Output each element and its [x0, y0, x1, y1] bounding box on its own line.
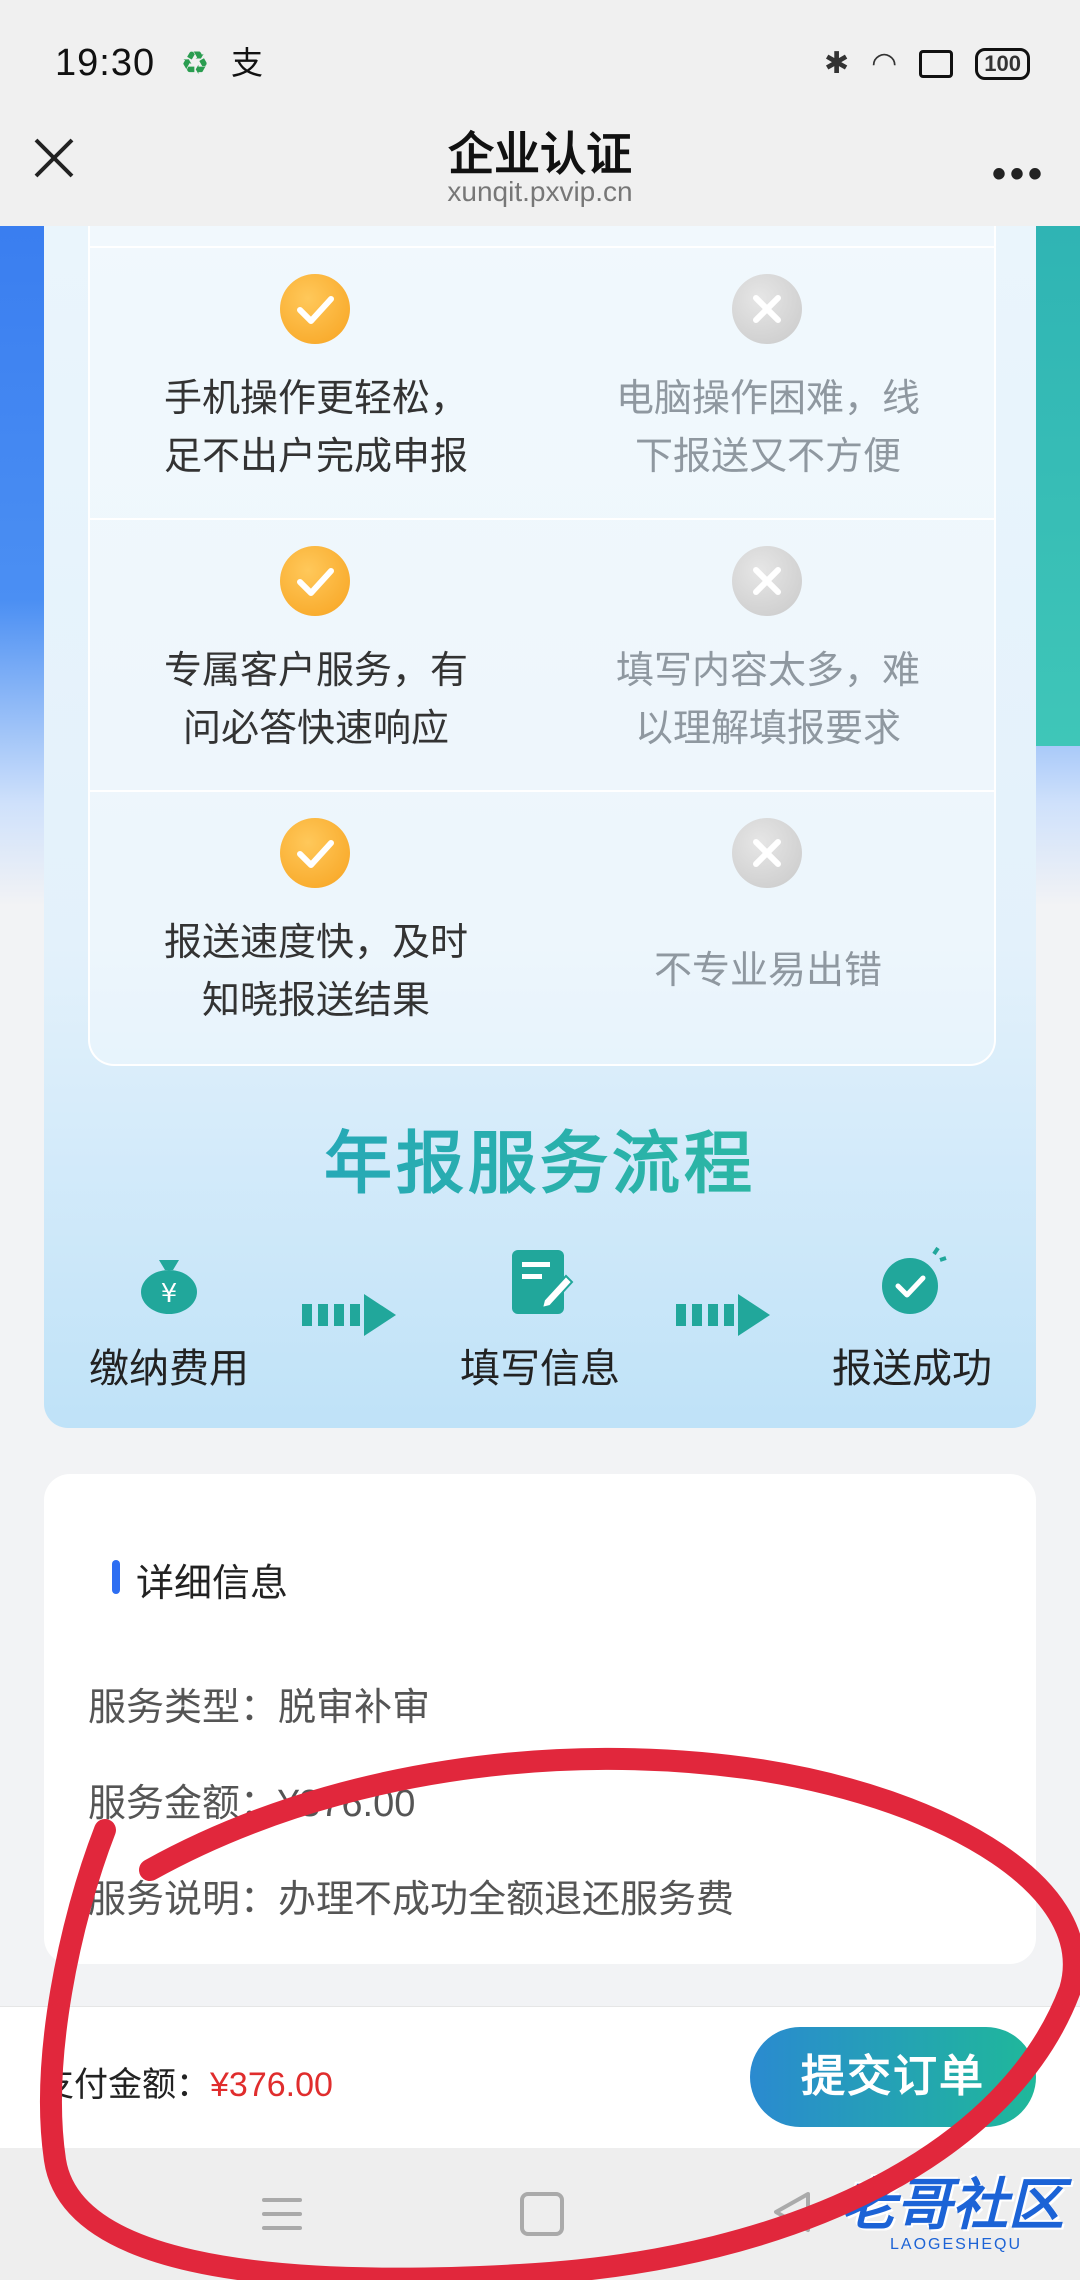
comparison-row: 专属客户服务，有 问必答快速响应 填写内容太多，难 以理解填报要求 — [90, 518, 994, 792]
step-pay-fee: ¥ 缴纳费用 — [84, 1246, 254, 1394]
advantage-cell: 报送速度快，及时 知晓报送结果 — [90, 792, 542, 1064]
pay-total: 支付金额：¥376.00 — [40, 2057, 333, 2106]
step-label: 报送成功 — [832, 1347, 992, 1391]
comparison-row: 报送速度快，及时 知晓报送结果 不专业易出错 — [90, 790, 994, 1064]
svg-text:¥: ¥ — [161, 1279, 178, 1309]
advantage-cell: 手机操作更轻松， 足不出户完成申报 — [90, 248, 542, 520]
step-label: 填写信息 — [460, 1347, 620, 1391]
check-icon — [280, 274, 350, 344]
disadvantage-text: 电脑操作困难，线 下报送又不方便 — [615, 378, 920, 478]
check-icon — [280, 546, 350, 616]
page-url: xunqit.pxvip.cn — [447, 176, 633, 207]
advantage-text: 手机操作更轻松， 足不出户完成申报 — [163, 378, 468, 478]
disadvantage-cell: 电脑操作困难，线 下报送又不方便 — [542, 248, 994, 520]
edit-form-icon — [504, 1246, 576, 1318]
arrow-icon — [302, 1292, 398, 1343]
wifi-icon: ◠ — [871, 47, 898, 80]
cross-icon — [732, 546, 802, 616]
process-title: 年报服务流程 — [44, 1108, 1036, 1207]
app-notification-icon: ♻ — [180, 45, 210, 81]
pay-label: 支付金额： — [40, 2066, 210, 2104]
arrow-icon — [676, 1292, 772, 1343]
advantage-text: 报送速度快，及时 知晓报送结果 — [163, 922, 468, 1022]
disadvantage-cell: 不专业易出错 — [542, 792, 994, 1064]
watermark-subtext: LAOGESHEQU — [890, 2236, 1023, 2253]
alipay-notification-icon: 支 — [230, 45, 263, 81]
title-bar: 企业认证 xunqit.pxvip.cn ••• — [0, 118, 1080, 226]
disadvantage-text: 填写内容太多，难 以理解填报要求 — [615, 650, 920, 750]
advantage-text: 专属客户服务，有 问必答快速响应 — [163, 650, 468, 750]
comparison-table: 手机操作更轻松， 足不出户完成申报 电脑操作困难，线 下报送又不方便 专属客户服… — [88, 226, 996, 1066]
menu-icon[interactable] — [262, 2198, 302, 2240]
service-amount: 服务金额：¥376.00 — [88, 1783, 416, 1825]
step-label: 缴纳费用 — [89, 1347, 249, 1391]
status-bar: 19:30 ♻ 支 ✱ ◠ 100 — [0, 0, 1080, 130]
advantage-cell: 专属客户服务，有 问必答快速响应 — [90, 520, 542, 792]
comparison-row: 手机操作更轻松， 足不出户完成申报 电脑操作困难，线 下报送又不方便 — [90, 246, 994, 520]
submit-order-button[interactable]: 提交订单 — [750, 2027, 1036, 2127]
pay-amount: ¥376.00 — [210, 2066, 333, 2104]
money-bag-icon: ¥ — [133, 1246, 205, 1318]
status-icons: ✱ ◠ 100 — [824, 46, 1030, 81]
step-fill-info: 填写信息 — [455, 1246, 625, 1394]
check-icon — [280, 818, 350, 888]
service-type: 服务类型：脱审补审 — [88, 1687, 431, 1729]
cross-icon — [732, 274, 802, 344]
disadvantage-text: 不专业易出错 — [653, 950, 882, 992]
detail-card: 详细信息 服务类型：脱审补审 服务金额：¥376.00 服务说明：办理不成功全额… — [44, 1474, 1036, 1964]
detail-heading: 详细信息 — [112, 1552, 288, 1607]
watermark-logo: 老哥社区 — [840, 2173, 1064, 2236]
step-submit-success: 报送成功 — [827, 1246, 997, 1394]
status-time: 19:30 — [55, 42, 156, 84]
more-options-icon[interactable]: ••• — [992, 152, 1046, 197]
home-icon[interactable] — [520, 2192, 564, 2236]
battery-indicator: 100 — [975, 47, 1030, 80]
page-title: 企业认证 — [448, 128, 632, 180]
success-check-icon — [876, 1246, 948, 1318]
back-icon[interactable] — [772, 2190, 812, 2239]
cross-icon — [732, 818, 802, 888]
disadvantage-cell: 填写内容太多，难 以理解填报要求 — [542, 520, 994, 792]
bottom-bar: 支付金额：¥376.00 提交订单 — [0, 2006, 1080, 2149]
bluetooth-icon: ✱ — [823, 47, 850, 80]
service-card: 手机操作更轻松， 足不出户完成申报 电脑操作困难，线 下报送又不方便 专属客户服… — [44, 226, 1036, 1428]
service-note: 服务说明：办理不成功全额退还服务费 — [88, 1879, 735, 1921]
screen-icon — [919, 49, 954, 78]
